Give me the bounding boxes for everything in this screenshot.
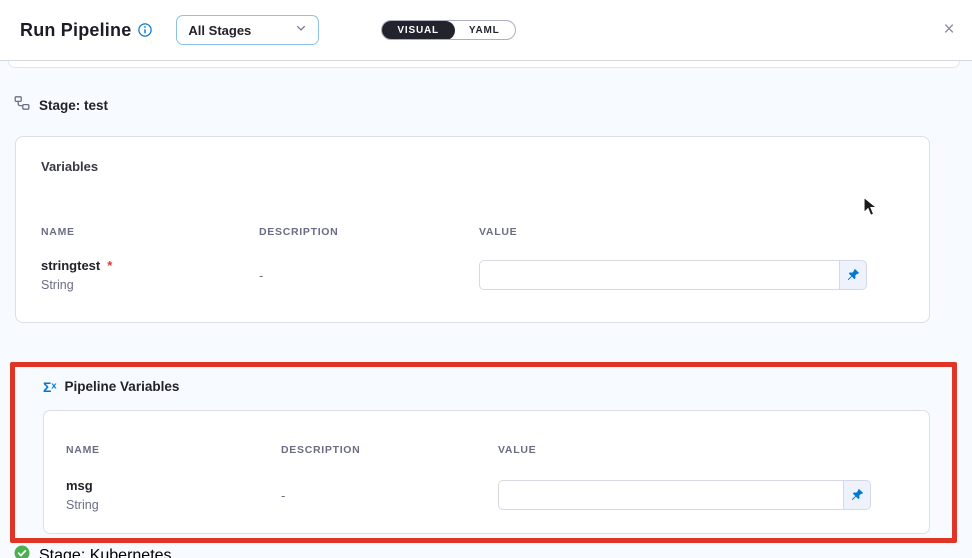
info-icon[interactable] bbox=[138, 23, 152, 37]
column-name: NAME bbox=[66, 444, 281, 456]
pipeline-variables-card: NAME DESCRIPTION VALUE msg String - bbox=[43, 410, 930, 534]
stage-test-heading: Stage: test bbox=[14, 95, 108, 116]
dialog-header: Run Pipeline All Stages VISUAL YAML × bbox=[0, 0, 972, 60]
pin-icon bbox=[846, 268, 860, 282]
variable-value-group bbox=[479, 260, 867, 290]
pin-icon bbox=[850, 488, 864, 502]
variable-value-group bbox=[498, 480, 871, 510]
msg-value-input[interactable] bbox=[498, 480, 843, 510]
column-description: DESCRIPTION bbox=[259, 226, 479, 238]
variables-card-title: Variables bbox=[41, 159, 98, 174]
sigma-variables-icon: Σˣ bbox=[43, 380, 57, 394]
variable-name-cell: msg String bbox=[66, 476, 281, 514]
header-divider bbox=[0, 60, 972, 61]
table-row: stringtest * String - bbox=[41, 253, 867, 297]
variable-name: stringtest bbox=[41, 258, 100, 273]
column-value: VALUE bbox=[479, 226, 904, 238]
stage-chain-icon bbox=[14, 95, 30, 116]
stage-selector-value: All Stages bbox=[188, 23, 251, 38]
stage-kubernetes-heading: Stage: Kubernetes bbox=[14, 545, 172, 558]
column-name: NAME bbox=[41, 226, 259, 238]
pipeline-variables-title: Pipeline Variables bbox=[65, 379, 180, 394]
run-pipeline-dialog: Run Pipeline All Stages VISUAL YAML × bbox=[0, 0, 972, 558]
variable-type: String bbox=[41, 278, 259, 294]
page-title: Run Pipeline bbox=[20, 20, 131, 41]
variables-card: Variables NAME DESCRIPTION VALUE stringt… bbox=[15, 136, 930, 323]
stage-kubernetes-label: Stage: Kubernetes bbox=[39, 547, 172, 558]
tab-visual[interactable]: VISUAL bbox=[381, 21, 454, 40]
tab-yaml[interactable]: YAML bbox=[454, 22, 515, 39]
pipeline-variables-highlight: Σˣ Pipeline Variables NAME DESCRIPTION V… bbox=[10, 362, 957, 543]
variable-name: msg bbox=[66, 478, 93, 493]
pipeline-variables-heading: Σˣ Pipeline Variables bbox=[43, 379, 179, 394]
required-asterisk: * bbox=[107, 258, 112, 273]
variable-name-cell: stringtest * String bbox=[41, 256, 259, 294]
stringtest-value-input[interactable] bbox=[479, 260, 839, 290]
variable-type: String bbox=[66, 498, 281, 514]
scrolled-card-edge bbox=[8, 61, 960, 68]
column-value: VALUE bbox=[498, 444, 907, 456]
table-row: msg String - bbox=[66, 473, 871, 517]
stage-test-label: Stage: test bbox=[39, 98, 108, 113]
view-toggle: VISUAL YAML bbox=[381, 20, 515, 40]
variable-description: - bbox=[259, 268, 479, 283]
runtime-input-pin-button[interactable] bbox=[843, 480, 871, 510]
stage-selector-dropdown[interactable]: All Stages bbox=[176, 15, 319, 45]
variable-description: - bbox=[281, 488, 498, 503]
success-check-icon bbox=[14, 545, 30, 558]
dialog-body: Stage: test Variables NAME DESCRIPTION V… bbox=[0, 61, 972, 558]
close-button[interactable]: × bbox=[936, 17, 962, 43]
column-description: DESCRIPTION bbox=[281, 444, 498, 456]
runtime-input-pin-button[interactable] bbox=[839, 260, 867, 290]
pipeline-variables-table-header: NAME DESCRIPTION VALUE bbox=[66, 444, 907, 456]
variables-table-header: NAME DESCRIPTION VALUE bbox=[41, 226, 904, 238]
chevron-down-icon bbox=[295, 21, 307, 39]
